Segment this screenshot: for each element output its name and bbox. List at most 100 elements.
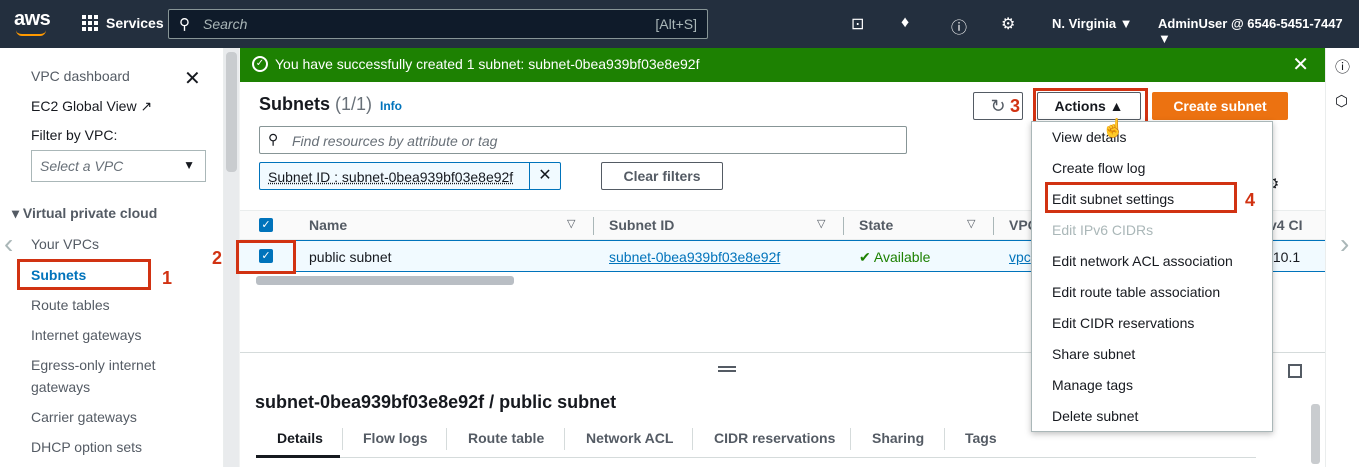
sidebar-item-dhcp[interactable]: DHCP option sets: [31, 439, 142, 455]
tab-divider: [944, 428, 945, 450]
scrollbar-thumb[interactable]: [1311, 404, 1320, 464]
close-icon[interactable]: ✕: [184, 66, 201, 91]
select-all-checkbox[interactable]: ✓: [259, 218, 273, 232]
find-placeholder: Find resources by attribute or tag: [292, 133, 498, 149]
annotation-number-1: 1: [162, 268, 173, 288]
find-resources-input[interactable]: ⚲ Find resources by attribute or tag: [259, 126, 907, 154]
tab-details[interactable]: Details: [277, 430, 323, 446]
menu-item-edit-ipv6-cidrs: Edit IPv6 CIDRs: [1052, 222, 1154, 238]
column-header-name[interactable]: Name: [309, 217, 347, 233]
account-menu[interactable]: AdminUser @ 6546-5451-7447 ▼: [1158, 16, 1359, 46]
refresh-icon: ↻: [990, 96, 1006, 116]
column-divider: [593, 217, 594, 235]
menu-item-manage-tags[interactable]: Manage tags: [1052, 377, 1133, 393]
create-subnet-button[interactable]: Create subnet: [1152, 92, 1288, 120]
search-placeholder: Search: [203, 16, 248, 32]
tab-divider: [692, 428, 693, 450]
sort-icon[interactable]: ▽: [817, 217, 825, 230]
vpc-select[interactable]: Select a VPC ▼: [31, 150, 206, 182]
filter-token[interactable]: Subnet ID : subnet-0bea939bf03e8e92f ✕: [259, 162, 561, 190]
info-icon[interactable]: ⓘ: [1335, 56, 1350, 77]
column-divider: [843, 217, 844, 235]
check-circle-icon: ✓: [252, 56, 268, 72]
column-divider: [993, 217, 994, 235]
sidebar-item-internet-gateways[interactable]: Internet gateways: [31, 327, 142, 343]
tab-divider: [446, 428, 447, 450]
annotation-box-1: [17, 259, 151, 290]
content-vertical-scrollbar[interactable]: [1308, 290, 1323, 467]
aws-logo-smile: [16, 30, 46, 36]
sidebar-item-ec2-global-view[interactable]: EC2 Global View ↗: [31, 98, 152, 115]
help-icon[interactable]: ⓘ: [951, 14, 967, 38]
search-icon: ⚲: [268, 131, 279, 147]
mouse-cursor-icon: ☝: [1102, 118, 1125, 138]
menu-item-edit-route-table[interactable]: Edit route table association: [1052, 284, 1220, 300]
filter-by-vpc-label: Filter by VPC:: [31, 127, 118, 143]
menu-item-create-flow-log[interactable]: Create flow log: [1052, 160, 1145, 176]
chevron-left-icon[interactable]: ‹: [4, 228, 13, 260]
drag-handle-icon[interactable]: [718, 366, 736, 372]
column-header-ipv4-cidr[interactable]: v4 CI: [1269, 217, 1302, 233]
sidebar-item-your-vpcs[interactable]: Your VPCs: [31, 236, 99, 252]
cell-ipv4-cidr: .10.1: [1269, 249, 1301, 265]
remove-filter-icon[interactable]: ✕: [529, 163, 560, 189]
scrollbar-thumb[interactable]: [226, 52, 237, 172]
tab-divider: [342, 428, 343, 450]
gear-icon[interactable]: ⚙: [1001, 14, 1015, 34]
dismiss-icon[interactable]: ✕: [1292, 52, 1309, 77]
sidebar-section-vpc[interactable]: ▾ Virtual private cloud: [12, 205, 157, 222]
sort-icon[interactable]: ▽: [967, 217, 975, 230]
page-title: Subnets (1/1): [259, 94, 373, 114]
external-link-icon: ↗: [140, 98, 153, 114]
menu-item-share-subnet[interactable]: Share subnet: [1052, 346, 1135, 362]
search-shortcut: [Alt+S]: [655, 16, 697, 32]
tab-divider: [564, 428, 565, 450]
panel-toggle-icon[interactable]: [1288, 364, 1302, 378]
annotation-box-3: [1033, 88, 1148, 124]
check-circle-icon: ✔: [859, 249, 871, 265]
top-nav-bar: aws Services ⚲ Search [Alt+S] ⊡ ♦ ⓘ ⚙ N.…: [0, 0, 1359, 48]
tab-tags[interactable]: Tags: [965, 430, 997, 446]
grid-icon: [82, 15, 98, 31]
success-message: You have successfully created 1 subnet: …: [275, 56, 700, 72]
search-icon: ⚲: [179, 16, 190, 33]
tab-network-acl[interactable]: Network ACL: [586, 430, 673, 446]
aws-logo[interactable]: aws: [14, 8, 51, 31]
region-selector[interactable]: N. Virginia ▼: [1052, 16, 1133, 31]
annotation-box-2: [236, 240, 296, 274]
services-menu[interactable]: Services: [82, 15, 164, 31]
sidebar-item-vpc-dashboard[interactable]: VPC dashboard: [31, 68, 130, 84]
column-header-state[interactable]: State: [859, 217, 893, 233]
sidebar: VPC dashboard ✕ EC2 Global View ↗ Filter…: [0, 48, 224, 467]
cell-subnet-id[interactable]: subnet-0bea939bf03e8e92f: [609, 249, 780, 265]
filter-token-label: Subnet ID : subnet-0bea939bf03e8e92f: [268, 169, 514, 185]
search-input[interactable]: ⚲ Search [Alt+S]: [168, 9, 708, 39]
annotation-number-2: 2: [212, 248, 223, 268]
sidebar-item-egress-only[interactable]: Egress-only internet: [31, 357, 156, 373]
tab-sharing[interactable]: Sharing: [872, 430, 924, 446]
hexagon-icon[interactable]: ⬡: [1335, 92, 1348, 110]
clear-filters-button[interactable]: Clear filters: [601, 162, 723, 190]
sidebar-item-egress-only-cont[interactable]: gateways: [31, 379, 90, 395]
tab-cidr-reservations[interactable]: CIDR reservations: [714, 430, 835, 446]
bell-icon[interactable]: ♦: [901, 14, 909, 32]
sidebar-item-carrier-gateways[interactable]: Carrier gateways: [31, 409, 137, 425]
cloudshell-icon[interactable]: ⊡: [851, 14, 864, 34]
table-horizontal-scrollbar[interactable]: [256, 276, 514, 285]
column-header-subnet-id[interactable]: Subnet ID: [609, 217, 674, 233]
vpc-select-placeholder: Select a VPC: [40, 158, 124, 174]
info-link[interactable]: Info: [380, 99, 402, 113]
chevron-right-icon[interactable]: ›: [1340, 228, 1349, 260]
menu-item-edit-cidr-reservations[interactable]: Edit CIDR reservations: [1052, 315, 1194, 331]
menu-item-delete-subnet[interactable]: Delete subnet: [1052, 408, 1138, 424]
cell-vpc[interactable]: vpc: [1009, 249, 1031, 265]
cell-name: public subnet: [309, 249, 392, 265]
tab-flow-logs[interactable]: Flow logs: [363, 430, 428, 446]
tab-route-table[interactable]: Route table: [468, 430, 544, 446]
sort-icon[interactable]: ▽: [567, 217, 575, 230]
detail-title: subnet-0bea939bf03e8e92f / public subnet: [255, 392, 617, 412]
annotation-number-4: 4: [1245, 190, 1256, 210]
sidebar-item-route-tables[interactable]: Route tables: [31, 297, 110, 313]
tab-divider: [850, 428, 851, 450]
menu-item-edit-network-acl[interactable]: Edit network ACL association: [1052, 253, 1233, 269]
